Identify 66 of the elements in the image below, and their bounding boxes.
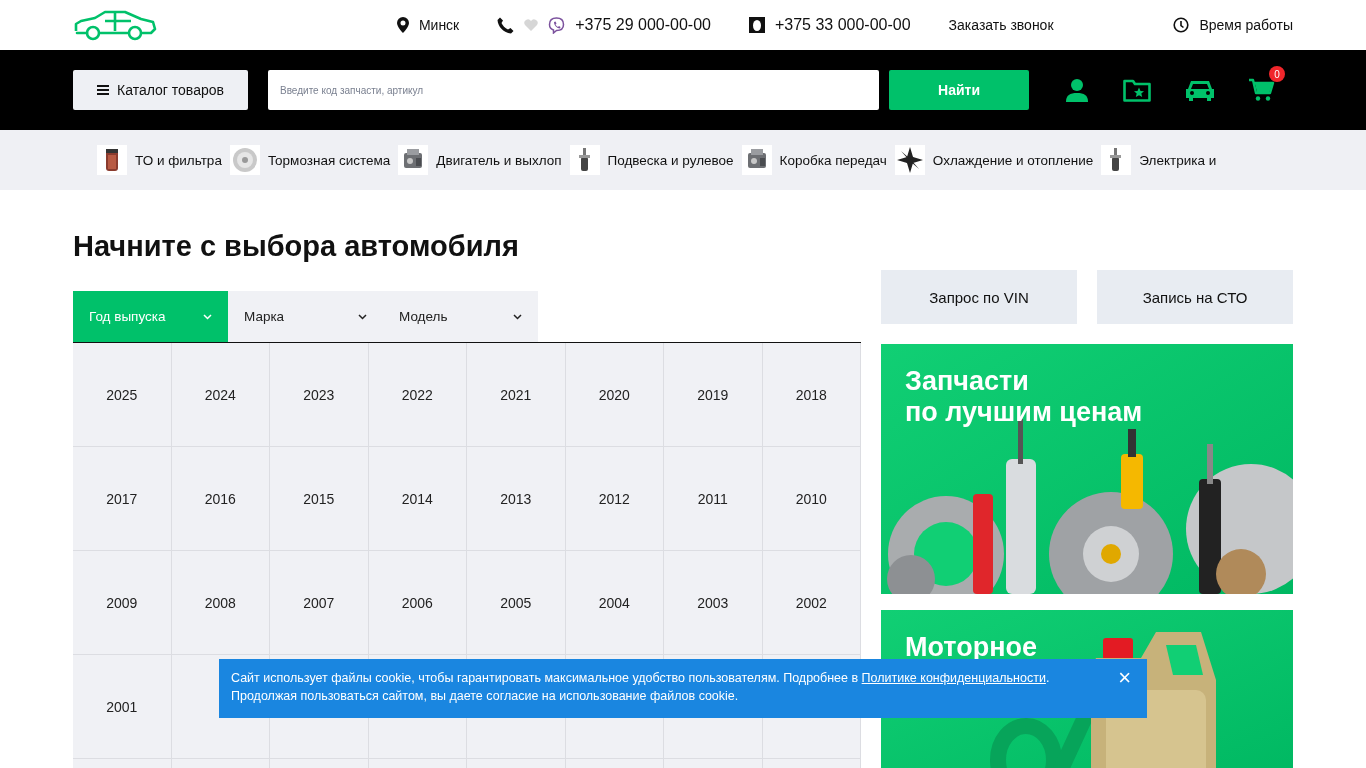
year-option[interactable]: 2018 (762, 343, 861, 447)
working-hours-link[interactable]: Время работы (1199, 17, 1293, 33)
year-option[interactable]: 2024 (171, 343, 270, 447)
catalog-button[interactable]: Каталог товаров (73, 70, 248, 110)
user-icon[interactable] (1065, 78, 1089, 102)
year-option[interactable]: 2011 (664, 447, 763, 551)
year-option[interactable]: 2020 (565, 343, 664, 447)
cart-count-badge: 0 (1269, 66, 1285, 82)
year-option[interactable]: 2004 (565, 551, 664, 655)
chevron-down-icon (203, 313, 212, 320)
year-option[interactable]: 2007 (270, 551, 369, 655)
menu-icon (97, 85, 110, 95)
year-option[interactable]: 2001 (73, 655, 172, 759)
category-link[interactable]: Электрика и (1139, 152, 1217, 168)
page-heading: Начните с выбора автомобиля (73, 230, 520, 263)
year-option[interactable]: 2017 (73, 447, 172, 551)
banner-title: по лучшим ценам (905, 397, 1143, 428)
year-option[interactable]: 2003 (664, 551, 763, 655)
phone-link[interactable]: +375 33 000-00-00 (774, 16, 911, 34)
year-option[interactable]: 2014 (368, 447, 467, 551)
car-logo-icon (73, 9, 157, 41)
banner-title: Запчасти (905, 366, 1030, 397)
close-button[interactable]: × (1114, 669, 1135, 687)
year-option[interactable]: 2019 (664, 343, 763, 447)
chevron-down-icon (358, 313, 367, 320)
clock-icon (1173, 17, 1190, 33)
category-link[interactable]: Коробка передач (779, 152, 887, 168)
folder-star-icon[interactable] (1123, 78, 1151, 102)
year-option[interactable]: 2025 (73, 343, 172, 447)
heart-icon (524, 19, 539, 31)
year-option[interactable]: 2006 (368, 551, 467, 655)
category-link[interactable]: Двигатель и выхлоп (436, 152, 562, 168)
selector-tab[interactable]: Марка (228, 291, 383, 342)
year-option[interactable]: 2015 (270, 447, 369, 551)
selector-tab[interactable]: Модель (383, 291, 538, 342)
privacy-policy-link[interactable]: Политике конфиденциальности (861, 671, 1046, 685)
phone-link[interactable]: +375 29 000-00-00 (575, 16, 711, 34)
callback-link[interactable]: Заказать звонок (948, 17, 1054, 33)
side-button[interactable]: Запрос по VIN (881, 270, 1077, 324)
egg-icon (748, 17, 765, 33)
category-link[interactable]: Подвеска и рулевое (607, 152, 734, 168)
viber-icon (548, 16, 566, 34)
year-option[interactable]: 2012 (565, 447, 664, 551)
chevron-down-icon (513, 313, 522, 320)
year-option[interactable]: 2022 (368, 343, 467, 447)
location-pin-icon (396, 17, 409, 33)
phone-icon (497, 16, 515, 34)
year-option[interactable]: 2010 (762, 447, 861, 551)
city-label[interactable]: Минск (418, 17, 460, 33)
year-option[interactable]: 2013 (467, 447, 566, 551)
banner-title: Моторное (905, 632, 1037, 663)
year-option[interactable]: 2021 (467, 343, 566, 447)
side-button[interactable]: Запись на СТО (1097, 270, 1293, 324)
category-link[interactable]: ТО и фильтра (135, 152, 222, 168)
year-option[interactable]: 2005 (467, 551, 566, 655)
year-option[interactable]: 2023 (270, 343, 369, 447)
cart-icon[interactable] (1249, 78, 1275, 102)
year-option[interactable]: 2016 (171, 447, 270, 551)
car-icon[interactable] (1185, 78, 1215, 102)
category-link[interactable]: Тормозная система (267, 152, 391, 168)
year-option[interactable]: 2002 (762, 551, 861, 655)
cookie-notice: Сайт использует файлы cookie, чтобы гарантировать максимальное удобство пользователям. Подробнее в Политике конфиденциальности. Продолжая пользоваться сайтом, вы даете согласие на использование файлов cookie. (231, 670, 1051, 705)
year-option[interactable]: 2009 (73, 551, 172, 655)
year-option[interactable]: 2008 (171, 551, 270, 655)
category-link[interactable]: Охлаждение и отопление (932, 152, 1094, 168)
search-field[interactable]: Введите код запчасти, артикул (268, 70, 879, 110)
